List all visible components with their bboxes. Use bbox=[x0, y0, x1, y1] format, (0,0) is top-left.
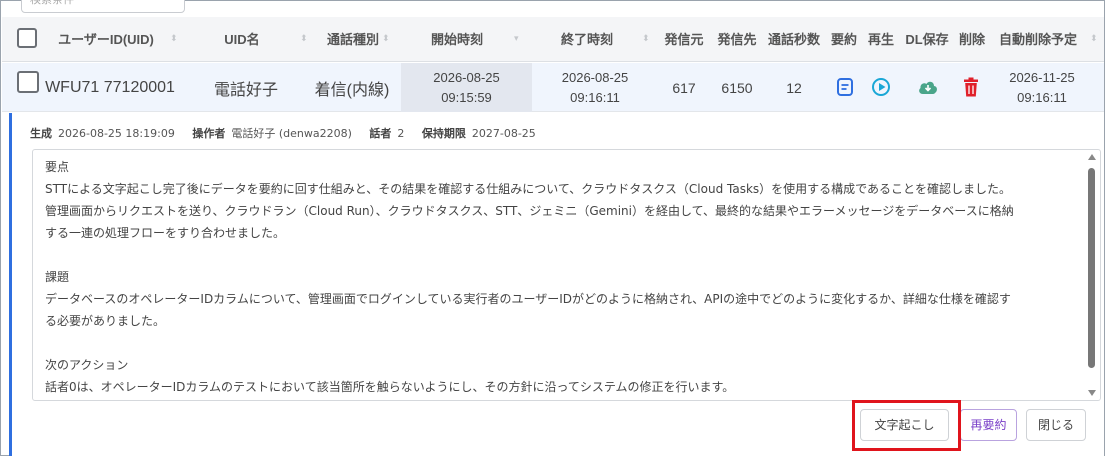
auto-delete-time: 09:16:11 bbox=[1017, 89, 1067, 105]
sort-icon[interactable]: ⬍ bbox=[642, 17, 650, 62]
cell-uid-name: 電話好子 bbox=[213, 81, 278, 99]
resummarize-button[interactable]: 再要約 bbox=[960, 409, 1017, 441]
summary-heading-issues: 課題 bbox=[45, 270, 70, 284]
sort-desc-icon[interactable]: ▾ bbox=[514, 17, 519, 62]
column-header-uid[interactable]: ユーザーID(UID) bbox=[46, 17, 166, 62]
summary-line: データベースのオペレーターIDカラムについて、管理画面でログインしている実行者の… bbox=[45, 292, 1011, 306]
close-button[interactable]: 閉じる bbox=[1026, 409, 1086, 441]
start-time: 09:15:59 bbox=[441, 89, 492, 105]
play-circle-icon[interactable] bbox=[870, 76, 892, 98]
operator-label: 操作者 bbox=[192, 127, 226, 140]
column-header-auto-delete[interactable]: 自動削除予定 bbox=[990, 17, 1086, 62]
document-icon[interactable] bbox=[834, 76, 856, 98]
cell-call-type: 着信(内線) bbox=[314, 81, 390, 99]
highlight-box bbox=[852, 400, 961, 451]
cell-caller: 617 bbox=[672, 79, 696, 96]
table-row[interactable]: WFU71 77120001 電話好子 着信(内線) 2026-08-25 09… bbox=[2, 63, 1104, 112]
sort-icon[interactable]: ⬍ bbox=[300, 17, 308, 62]
speakers-value: 2 bbox=[397, 127, 405, 140]
column-header-caller[interactable]: 発信元 bbox=[658, 17, 710, 62]
column-header-duration[interactable]: 通話秒数 bbox=[762, 17, 826, 62]
column-header-delete: 削除 bbox=[958, 32, 985, 47]
column-header-end-time[interactable]: 終了時刻 bbox=[532, 17, 642, 62]
summary-scrollbar[interactable] bbox=[1087, 154, 1097, 396]
end-time: 09:16:11 bbox=[570, 89, 620, 105]
summary-heading-next-actions: 次のアクション bbox=[45, 358, 129, 372]
summary-textarea[interactable]: 要点 STTによる文字起こし完了後にデータを要約に回す仕組みと、その結果を確認す… bbox=[32, 149, 1101, 401]
column-header-dl-save: DL保存 bbox=[905, 32, 949, 47]
cell-duration: 12 bbox=[786, 79, 802, 96]
summary-heading-points: 要点 bbox=[45, 160, 70, 174]
retention-label: 保持期限 bbox=[421, 127, 466, 140]
column-header-uid-name[interactable]: UID名 bbox=[207, 17, 277, 62]
cell-auto-delete: 2026-11-25 09:16:11 bbox=[994, 63, 1090, 112]
column-header-play: 再生 bbox=[867, 32, 894, 47]
speakers-label: 話者 bbox=[369, 127, 392, 140]
created-value: 2026-08-25 18:19:09 bbox=[58, 127, 175, 140]
column-header-callee[interactable]: 発信先 bbox=[712, 17, 762, 62]
created-label: 生成 bbox=[30, 127, 52, 140]
scrollbar-thumb[interactable] bbox=[1088, 168, 1095, 368]
cloud-download-icon[interactable] bbox=[916, 76, 940, 98]
start-date: 2026-08-25 bbox=[433, 69, 500, 85]
summary-line: る必要がありました。 bbox=[45, 314, 166, 328]
auto-delete-date: 2026-11-25 bbox=[1009, 69, 1075, 85]
column-header-summary: 要約 bbox=[830, 32, 857, 47]
recording-list-panel: 検索条件 ユーザーID(UID) ⬍ UID名 ⬍ 通話種別 ⬍ 開始時刻 ▾ … bbox=[0, 0, 1105, 456]
row-checkbox[interactable] bbox=[17, 71, 39, 93]
summary-line: STTによる文字起こし完了後にデータを要約に回す仕組みと、その結果を確認する仕組… bbox=[45, 182, 1012, 196]
cell-end-time: 2026-08-25 09:16:11 bbox=[532, 63, 658, 112]
summary-line: する一連の処理フローをすり合わせました。 bbox=[45, 226, 286, 240]
trash-icon[interactable] bbox=[960, 75, 982, 99]
scroll-up-arrow-icon[interactable] bbox=[1088, 154, 1096, 160]
scroll-down-arrow-icon[interactable] bbox=[1088, 390, 1096, 396]
retention-value: 2027-08-25 bbox=[471, 127, 536, 140]
end-date: 2026-08-25 bbox=[561, 69, 629, 85]
sort-icon[interactable]: ⬍ bbox=[170, 17, 178, 62]
search-input[interactable]: 検索条件 bbox=[21, 0, 185, 13]
table-header: ユーザーID(UID) ⬍ UID名 ⬍ 通話種別 ⬍ 開始時刻 ▾ 終了時刻 … bbox=[2, 17, 1104, 62]
summary-line: 管理画面からリクエストを送り、クラウドラン（Cloud Run）、クラウドタスク… bbox=[45, 204, 1014, 218]
operator-value: 電話好子 (denwa2208) bbox=[231, 127, 352, 140]
cell-uid: WFU71 77120001 bbox=[45, 78, 175, 96]
column-header-call-type[interactable]: 通話種別 bbox=[314, 17, 392, 62]
sort-icon[interactable]: ⬍ bbox=[1090, 17, 1098, 62]
cell-callee: 6150 bbox=[721, 79, 753, 96]
cell-start-time: 2026-08-25 09:15:59 bbox=[401, 63, 532, 112]
select-all-checkbox[interactable] bbox=[17, 28, 37, 48]
column-header-start-time[interactable]: 開始時刻 bbox=[402, 17, 512, 62]
sort-icon[interactable]: ⬍ bbox=[382, 17, 390, 62]
summary-line: 話者0は、オペレーターIDカラムのテストにおいて該当箇所を触らないようにし、その… bbox=[45, 380, 735, 394]
detail-meta: 生成 2026-08-25 18:19:09 操作者 電話好子 (denwa2208… bbox=[30, 125, 550, 141]
